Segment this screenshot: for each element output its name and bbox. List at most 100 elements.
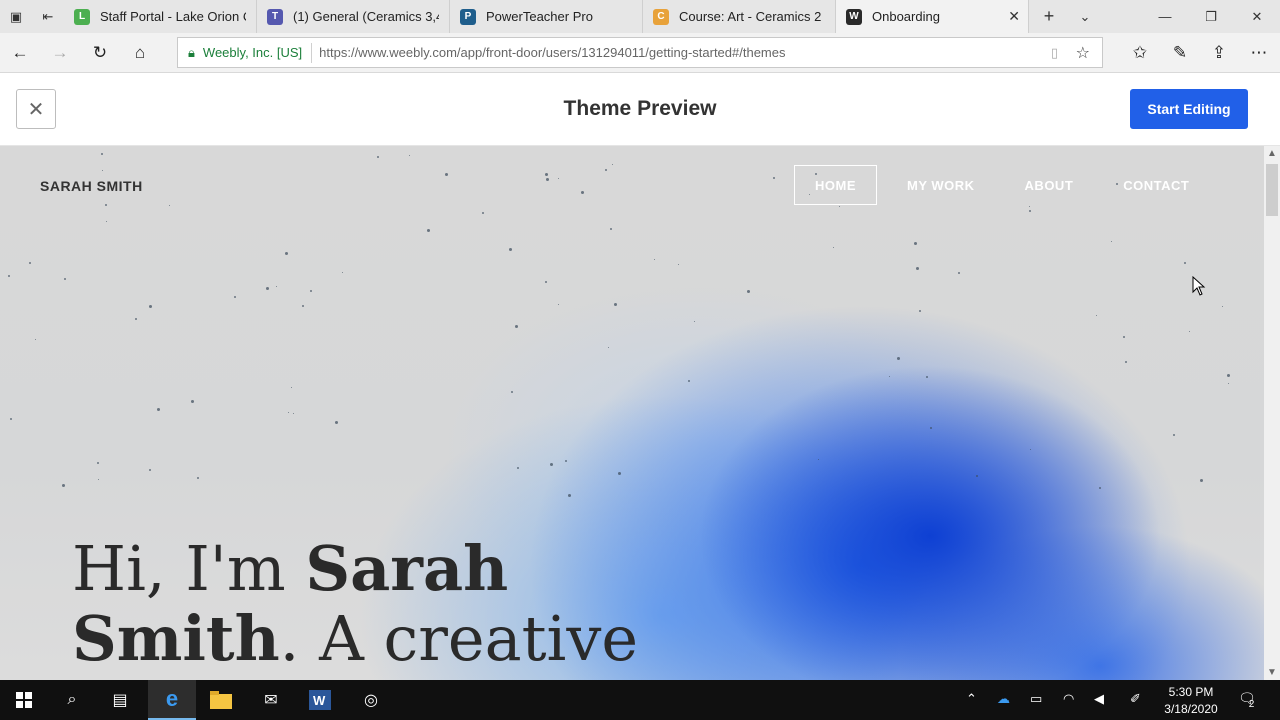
browser-tab[interactable]: C Course: Art - Ceramics 2 - [643,0,836,33]
paint-speck [102,170,103,171]
hero-text: . A creative [279,602,639,675]
pen-workspace-icon[interactable]: ✐ [1130,691,1141,707]
paint-speck [839,206,840,207]
paint-speck [291,387,292,388]
notes-pen-icon[interactable]: ✎ [1168,41,1192,65]
nav-contact[interactable]: CONTACT [1103,165,1209,205]
paint-speck [445,173,448,176]
paint-speck [914,242,917,245]
paint-speck [511,391,513,393]
tab-preview-chevron-icon[interactable]: ⌄ [1069,0,1101,33]
paint-speck [930,427,932,429]
paint-speck [515,325,518,328]
tab-title: (1) General (Ceramics 3,4,5 [293,9,439,24]
file-explorer-icon[interactable] [197,680,245,720]
nav-my-work[interactable]: MY WORK [887,165,995,205]
paint-speck [266,287,269,290]
paint-speck [234,296,236,298]
browser-tab[interactable]: T (1) General (Ceramics 3,4,5 [257,0,450,33]
start-windows-icon[interactable] [0,680,48,720]
browser-tab[interactable]: L Staff Portal - Lake Orion C [64,0,257,33]
paint-speck [612,164,613,165]
nav-about[interactable]: ABOUT [1005,165,1094,205]
paint-speck [97,462,99,464]
paint-speck [191,400,194,403]
paint-speck [35,339,36,340]
hero-text: Hi, I'm [72,532,306,605]
paint-speck [409,155,410,156]
paint-speck [818,459,819,460]
paint-speck [546,178,549,181]
tab-strip-spacer [1101,0,1142,33]
minimize-icon[interactable]: — [1142,0,1188,33]
tab-manager-icon[interactable]: ▣ [0,0,32,33]
onedrive-icon[interactable]: ☁ [997,691,1010,707]
paint-speck [889,376,890,377]
vertical-scrollbar[interactable]: ▲ ▼ [1264,146,1280,680]
scroll-down-icon[interactable]: ▼ [1267,667,1277,678]
edge-browser-icon[interactable]: e [148,680,196,720]
action-center-icon[interactable]: 🗨︎2 [1238,690,1261,710]
paint-speck [197,477,199,479]
scroll-up-icon[interactable]: ▲ [1267,148,1277,159]
paint-speck [135,318,137,320]
word-icon[interactable]: W [296,680,344,720]
share-icon[interactable]: ⇪ [1207,41,1231,65]
set-aside-tabs-icon[interactable]: ⇤ [32,0,64,33]
wifi-icon[interactable]: ◠ [1063,691,1074,707]
favorite-star-icon[interactable]: ☆ [1076,43,1090,63]
battery-icon[interactable]: ▭ [1030,691,1042,707]
paint-speck [1228,383,1229,384]
forward-icon[interactable]: → [48,41,72,65]
site-identity[interactable]: Weebly, Inc. [US] [203,42,313,63]
mail-icon[interactable]: ✉ [247,680,295,720]
paint-speck [517,467,519,469]
scrollbar-thumb[interactable] [1266,164,1278,216]
start-editing-button[interactable]: Start Editing [1130,89,1248,129]
paint-speck [654,259,655,260]
browser-tab-active[interactable]: W Onboarding ✕ [836,0,1029,33]
paint-speck [482,212,484,214]
paint-speck [1227,374,1230,377]
page-title: Theme Preview [563,97,717,120]
paint-speck [1222,306,1223,307]
paint-speck [377,156,379,158]
more-options-icon[interactable]: ⋯ [1247,41,1271,65]
show-hidden-icons-icon[interactable]: ⌃ [966,691,977,707]
new-tab-icon[interactable]: + [1029,0,1069,33]
refresh-icon[interactable]: ↻ [88,41,112,65]
reading-view-icon[interactable]: ▯ [1051,45,1058,61]
paint-speck [565,460,567,462]
home-icon[interactable]: ⌂ [128,41,152,65]
windows-taskbar: ⌕ ▤ e ✉ W ◎ ⌃ ☁ ▭ ◠ ◀ ✐ 5:30 PM 3/18/202… [0,680,1280,720]
address-bar[interactable]: 🔒︎ Weebly, Inc. [US] https://www.weebly.… [177,37,1103,68]
site-logo[interactable]: SARAH SMITH [40,178,143,194]
paint-speck [1111,241,1112,242]
obs-icon[interactable]: ◎ [347,680,395,720]
paint-speck [558,304,559,305]
paint-speck [149,469,151,471]
tab-favicon-icon: L [74,8,90,25]
system-clock[interactable]: 5:30 PM 3/18/2020 [1160,684,1222,718]
favorites-list-icon[interactable]: ✩ [1128,41,1152,65]
back-icon[interactable]: ← [8,41,32,65]
hero-heading: Hi, I'm Sarah Smith. A creative [72,534,638,674]
paint-speck [169,205,170,206]
paint-speck [545,173,548,176]
tab-favicon-icon: P [460,8,476,25]
paint-speck [427,229,430,232]
paint-speck [1099,487,1101,489]
paint-speck [101,153,103,155]
url-text[interactable]: https://www.weebly.com/app/front-door/us… [319,45,785,60]
nav-home[interactable]: HOME [794,165,877,205]
paint-speck [919,310,921,312]
paint-speck [10,418,12,420]
search-icon[interactable]: ⌕ [48,680,96,720]
close-tab-icon[interactable]: ✕ [1008,8,1020,25]
browser-tab[interactable]: P PowerTeacher Pro [450,0,643,33]
close-window-icon[interactable]: ✕ [1234,0,1280,33]
restore-icon[interactable]: ❐ [1188,0,1234,33]
volume-icon[interactable]: ◀ [1094,691,1104,707]
paint-speck [678,264,679,265]
task-view-icon[interactable]: ▤ [96,680,144,720]
